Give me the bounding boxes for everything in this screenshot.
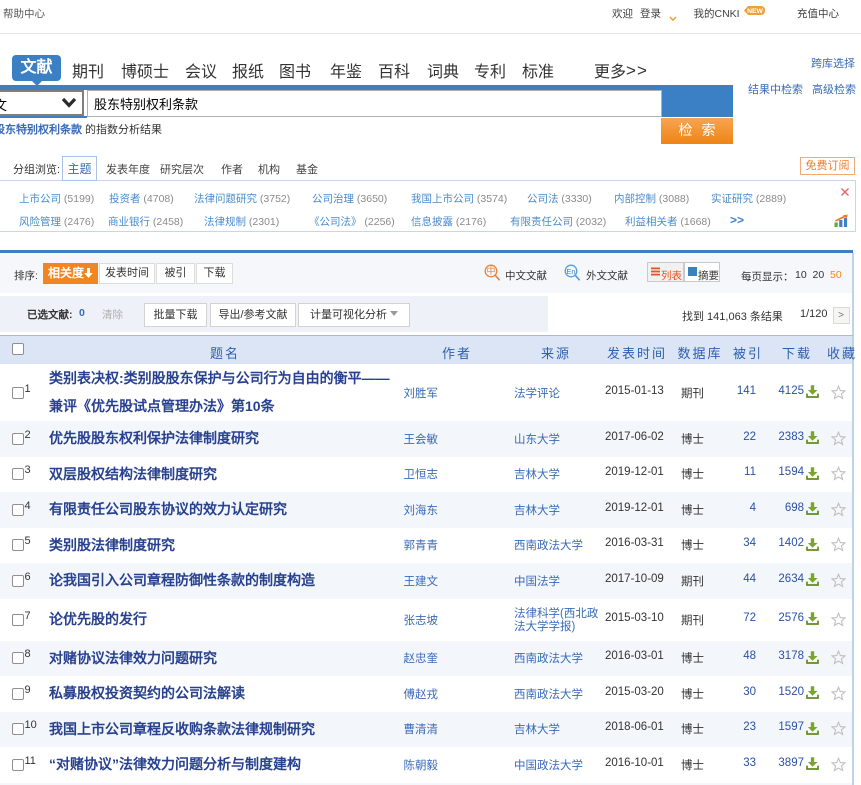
svg-text:中: 中 — [486, 265, 495, 276]
svg-text:En: En — [566, 267, 575, 276]
svg-text:NEW: NEW — [747, 8, 763, 15]
